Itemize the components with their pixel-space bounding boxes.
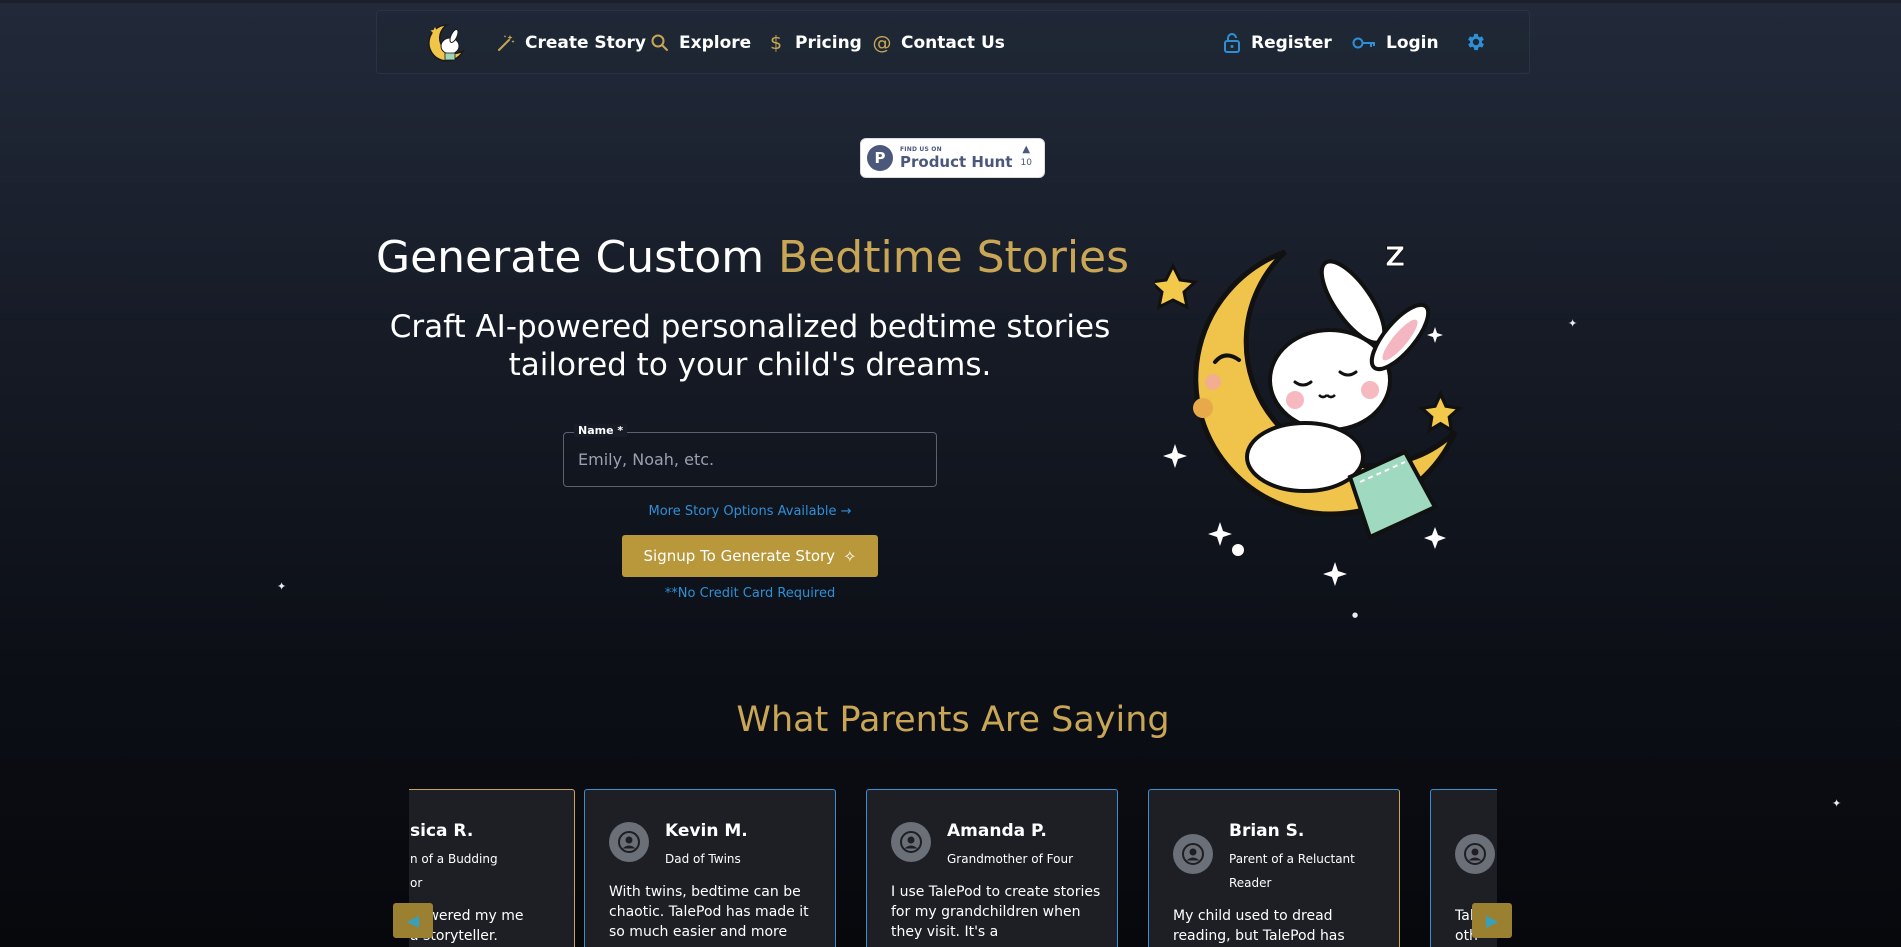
testimonial-role: Dad of Twins: [665, 852, 741, 866]
nav-explore-label: Explore: [679, 33, 752, 53]
nav-register-label: Register: [1251, 33, 1332, 53]
search-icon: [649, 32, 671, 54]
carousel-next-button[interactable]: ▶: [1472, 903, 1512, 938]
testimonial-name: sica R.: [410, 821, 474, 841]
testimonial-card: Brian S. Parent of a Reluctant Reader My…: [1148, 789, 1400, 947]
testimonial-name: Brian S.: [1229, 821, 1305, 841]
testimonial-role: Parent of a Reluctant Reader: [1229, 852, 1355, 890]
star-icon: ✦: [277, 580, 287, 593]
nav-pricing[interactable]: $ Pricing: [765, 31, 862, 55]
testimonial-card: Kevin M. Dad of Twins With twins, bedtim…: [584, 789, 836, 947]
signup-generate-label: Signup To Generate Story: [643, 547, 836, 565]
hero-subtitle: Craft AI-powered personalized bedtime st…: [389, 309, 1111, 383]
testimonial-quote: With twins, bedtime can be chaotic. Tale…: [609, 884, 809, 940]
avatar-icon: [609, 822, 649, 862]
magic-wand-icon: [495, 32, 517, 54]
no-credit-card-note: **No Credit Card Required: [664, 586, 836, 601]
talepod-logo[interactable]: [421, 19, 469, 67]
chevron-right-icon: ▶: [1485, 911, 1499, 930]
nav-explore[interactable]: Explore: [649, 31, 751, 55]
key-icon: [1352, 32, 1378, 54]
chevron-left-icon: ◀: [406, 911, 420, 930]
star-icon: ✦: [1832, 797, 1842, 810]
nav-login[interactable]: Login: [1352, 31, 1439, 55]
testimonial-role: n of a Budding or: [410, 852, 498, 890]
product-hunt-badge[interactable]: P FIND US ON Product Hunt ▲ 10: [860, 138, 1045, 178]
testimonial-quote: I use TalePod to create stories for my g…: [891, 884, 1101, 940]
top-border: [0, 0, 1901, 3]
testimonial-role: Grandmother of Four: [947, 852, 1074, 866]
avatar-icon: [1455, 834, 1495, 874]
hero-title-accent: Bedtime Stories: [778, 232, 1130, 283]
upvote-arrow-icon: ▲: [1022, 144, 1031, 155]
product-hunt-tagline: FIND US ON: [900, 145, 942, 153]
product-hunt-votes: ▲ 10: [1020, 144, 1032, 169]
nav-pricing-label: Pricing: [795, 33, 862, 53]
signup-generate-button[interactable]: Signup To Generate Story ✧: [622, 535, 878, 577]
hero-title-main: Generate Custom: [376, 232, 779, 283]
product-hunt-name: Product Hunt: [900, 152, 1013, 171]
testimonials-title: What Parents Are Saying: [736, 700, 1170, 740]
gear-icon[interactable]: [1465, 31, 1489, 55]
star-icon: ●: [1352, 611, 1359, 619]
lock-icon: [1221, 32, 1243, 54]
hero-title: Generate Custom Bedtime Stories: [376, 232, 1129, 283]
name-field: Name *: [563, 424, 937, 487]
nav-create-story-label: Create Story: [525, 33, 646, 53]
testimonial-card: Amanda P. Grandmother of Four I use Tale…: [866, 789, 1118, 947]
navbar: Create Story Explore $ Pricing @ Contact…: [376, 10, 1530, 74]
nav-contact-label: Contact Us: [901, 33, 1005, 53]
avatar-icon: [891, 822, 931, 862]
sleeping-bunny-moon-illustration: Z: [1147, 232, 1500, 592]
at-sign-icon: @: [872, 32, 892, 54]
name-input[interactable]: [564, 433, 936, 486]
product-hunt-logo-icon: P: [867, 145, 893, 171]
star-icon: ✦: [1568, 317, 1578, 330]
testimonial-name: Amanda P.: [947, 821, 1047, 841]
testimonial-quote: My child used to dread reading, but Tale…: [1173, 908, 1345, 944]
vote-count: 10: [1020, 158, 1032, 168]
nav-contact[interactable]: @ Contact Us: [871, 31, 1005, 55]
testimonial-card: sica R. n of a Budding or powered my me …: [409, 789, 575, 947]
nav-create-story[interactable]: Create Story: [495, 31, 646, 55]
dollar-icon: $: [769, 32, 783, 54]
testimonial-name: Kevin M.: [665, 821, 748, 841]
more-story-options-link[interactable]: More Story Options Available →: [563, 504, 937, 519]
svg-text:Z: Z: [1385, 240, 1405, 273]
nav-register[interactable]: Register: [1221, 31, 1332, 55]
testimonials-carousel[interactable]: sica R. n of a Budding or powered my me …: [409, 789, 1497, 947]
nav-login-label: Login: [1386, 33, 1439, 53]
carousel-prev-button[interactable]: ◀: [393, 903, 433, 938]
sparkles-icon: ✧: [843, 546, 857, 566]
avatar-icon: [1173, 834, 1213, 874]
